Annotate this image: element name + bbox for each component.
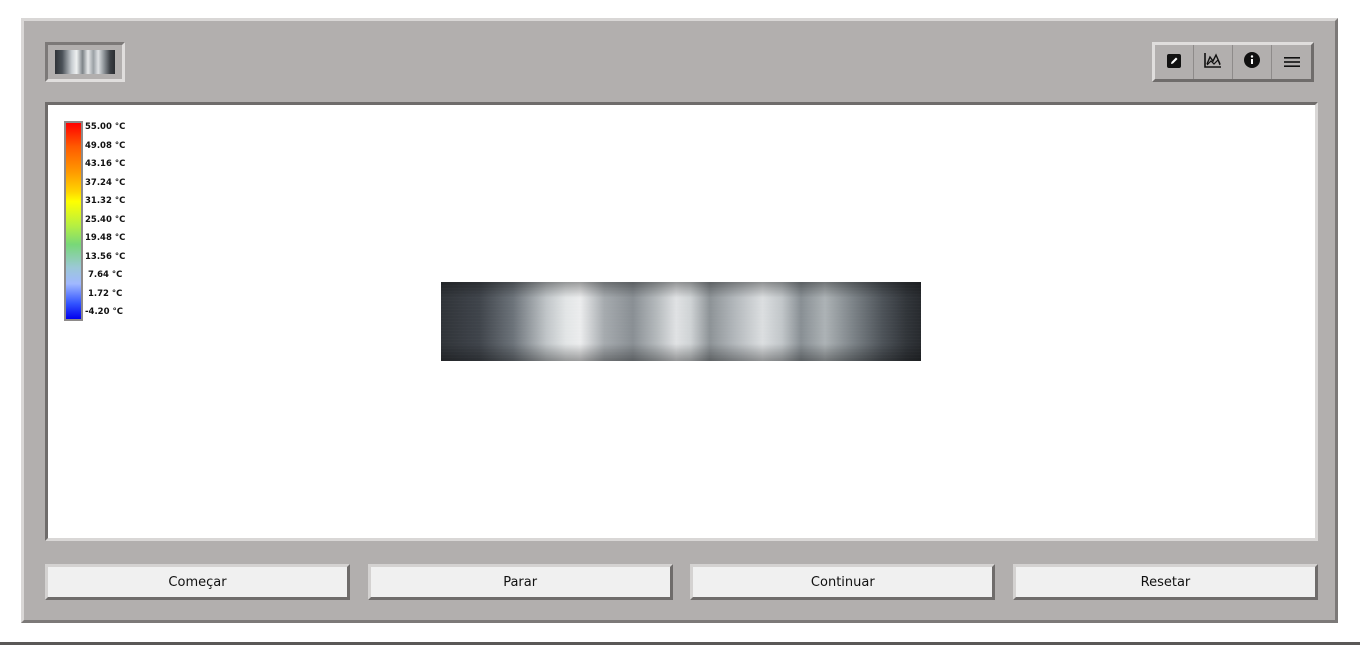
legend-label: -4.20 °C	[85, 307, 123, 317]
continue-button[interactable]: Continuar	[690, 564, 996, 600]
control-bar: Começar Parar Continuar Resetar	[45, 564, 1318, 602]
temperature-legend: 55.00 °C 49.08 °C 43.16 °C 37.24 °C 31.3…	[64, 121, 143, 321]
legend-label: 13.56 °C	[85, 251, 126, 262]
toolbar	[1152, 42, 1314, 82]
stop-button[interactable]: Parar	[367, 564, 673, 600]
legend-label: 31.32 °C	[85, 196, 126, 206]
info-button[interactable]	[1233, 45, 1272, 79]
legend-label: 25.40 °C	[85, 214, 126, 225]
color-scale-bar	[64, 121, 83, 321]
thumbnail-image	[55, 50, 115, 74]
chart-icon	[1204, 52, 1222, 72]
menu-button[interactable]	[1272, 45, 1311, 79]
legend-label: 7.64 °C	[88, 270, 123, 280]
legend-label: 19.48 °C	[85, 233, 126, 243]
thermal-viewport[interactable]: 55.00 °C 49.08 °C 43.16 °C 37.24 °C 31.3…	[45, 102, 1318, 541]
chart-button[interactable]	[1194, 45, 1233, 79]
legend-label: 43.16 °C	[85, 159, 126, 169]
thermal-thumbnail[interactable]	[45, 42, 125, 82]
legend-label: 37.24 °C	[85, 177, 126, 188]
legend-label: 55.00 °C	[85, 122, 126, 132]
start-button[interactable]: Começar	[45, 564, 350, 600]
menu-icon	[1283, 53, 1300, 72]
legend-labels: 55.00 °C 49.08 °C 43.16 °C 37.24 °C 31.3…	[83, 121, 143, 321]
app-window: 55.00 °C 49.08 °C 43.16 °C 37.24 °C 31.3…	[21, 18, 1338, 623]
edit-button[interactable]	[1155, 45, 1194, 79]
thermal-image	[441, 282, 921, 361]
edit-icon	[1167, 53, 1181, 72]
info-icon	[1244, 52, 1260, 72]
reset-button[interactable]: Resetar	[1012, 564, 1318, 600]
legend-label: 49.08 °C	[85, 140, 126, 151]
legend-label: 1.72 °C	[88, 288, 123, 299]
